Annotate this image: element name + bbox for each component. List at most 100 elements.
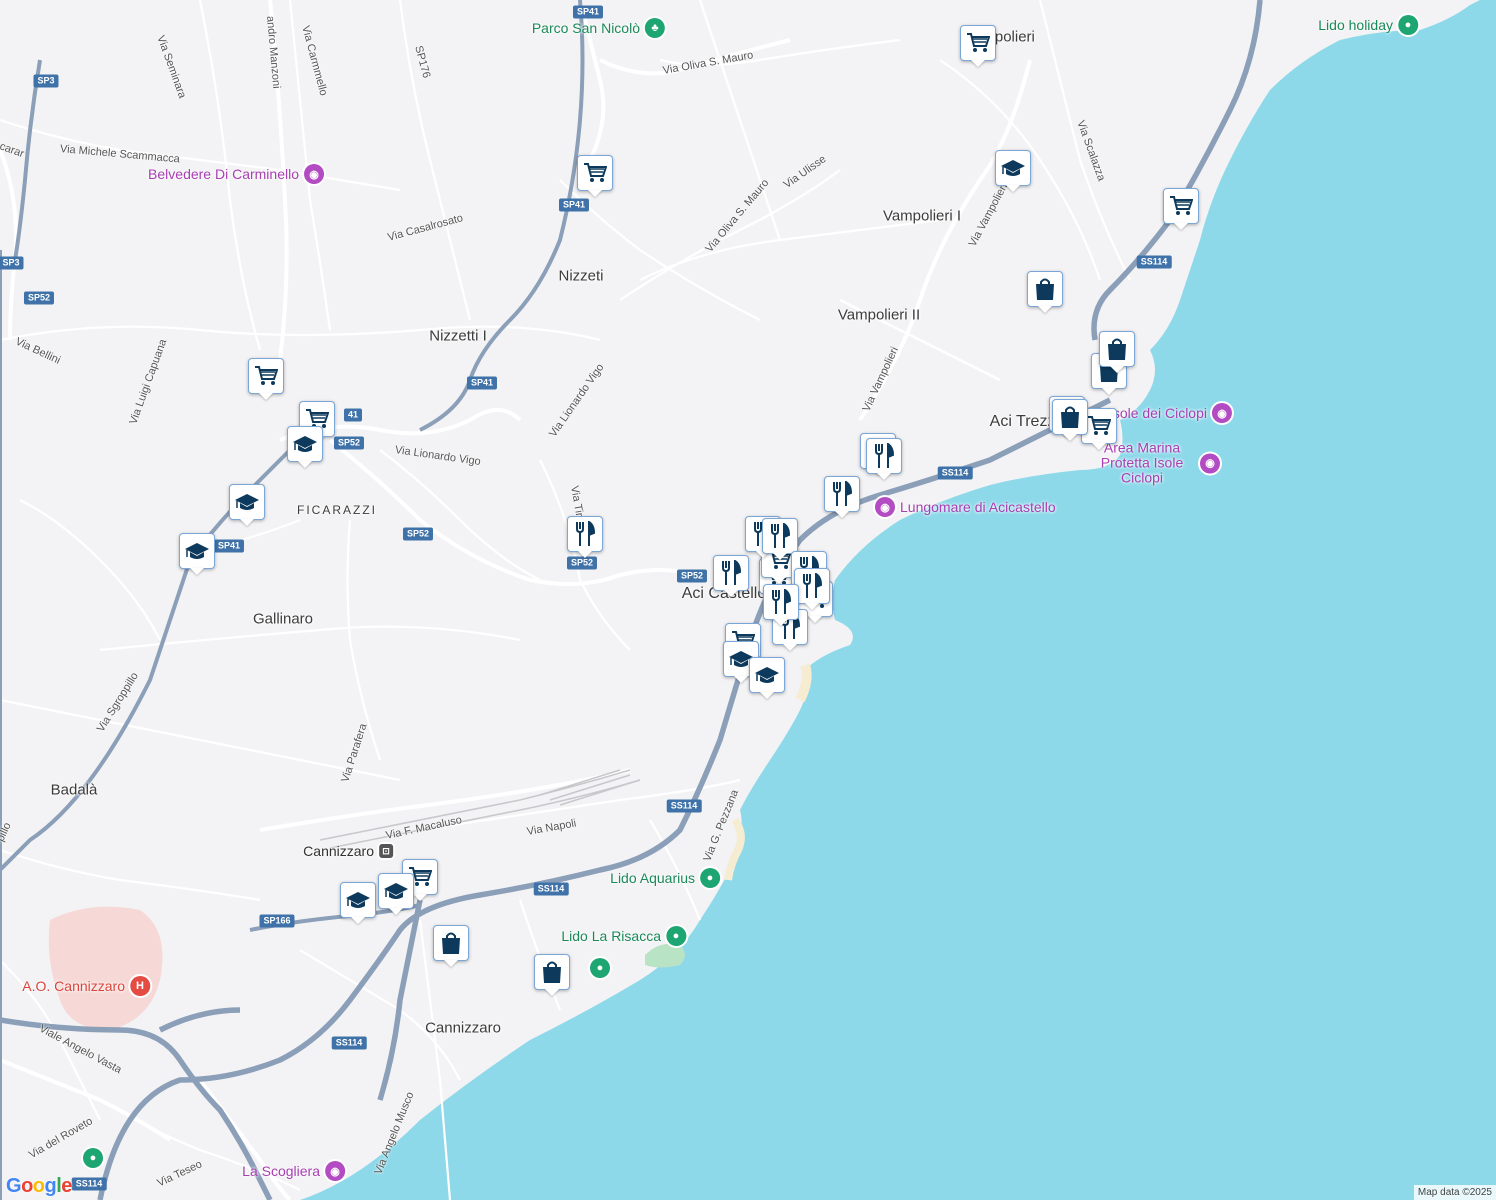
marker-tip xyxy=(1102,388,1116,395)
fork-knife-icon xyxy=(803,573,823,598)
shopping-marker[interactable] xyxy=(534,954,570,996)
poi-beach[interactable]: ● Lido Aquarius xyxy=(610,868,720,888)
road-shield: SP41 xyxy=(213,539,245,553)
marker-tip xyxy=(545,989,559,996)
marker-tip xyxy=(877,473,891,480)
marker-box xyxy=(762,518,798,554)
marker-box xyxy=(229,484,265,520)
restaurant-marker[interactable] xyxy=(713,555,749,597)
poi-attraction[interactable]: ◉ Belvedere Di Carminello xyxy=(148,164,324,184)
poi-hospital[interactable]: H A.O. Cannizzaro xyxy=(22,976,150,996)
marker-box xyxy=(1163,188,1199,224)
shopping-cart-icon xyxy=(1088,416,1111,435)
grocery-marker[interactable] xyxy=(960,25,996,67)
marker-tip xyxy=(1006,185,1020,192)
poi-beach[interactable]: ● xyxy=(83,1148,103,1168)
school-marker[interactable] xyxy=(340,882,376,924)
poi-park[interactable]: ♣ Parco San Nicolò xyxy=(532,18,665,38)
fork-knife-icon xyxy=(576,521,596,546)
map-attribution[interactable]: Map data ©2025 xyxy=(1413,1185,1496,1200)
shopping-marker[interactable] xyxy=(433,925,469,967)
school-marker[interactable] xyxy=(749,657,785,699)
marker-box xyxy=(567,516,603,552)
poi-label: Cannizzaro xyxy=(303,843,374,859)
road-shield: SP41 xyxy=(558,198,590,212)
marker-box xyxy=(433,925,469,961)
beach-icon: ● xyxy=(83,1148,103,1168)
restaurant-marker[interactable] xyxy=(762,518,798,560)
grocery-marker[interactable] xyxy=(577,155,613,197)
school-marker[interactable] xyxy=(229,484,265,526)
shopping-cart-icon xyxy=(967,33,990,52)
poi-beach[interactable]: ● Lido holiday xyxy=(1318,15,1418,35)
restaurant-marker[interactable] xyxy=(763,584,799,626)
park-area xyxy=(645,943,685,968)
marker-box xyxy=(763,584,799,620)
restaurant-marker[interactable] xyxy=(824,476,860,518)
marker-box xyxy=(287,426,323,462)
restaurant-marker[interactable] xyxy=(567,516,603,558)
fork-knife-icon xyxy=(772,589,792,614)
grocery-marker[interactable] xyxy=(248,358,284,400)
poi-label: La Scogliera xyxy=(242,1163,320,1179)
road-shield: SP3 xyxy=(33,74,59,88)
marker-box xyxy=(340,882,376,918)
marker-tip xyxy=(773,553,787,560)
poi-station[interactable]: ⊡ Cannizzaro xyxy=(303,843,393,859)
camera-icon: ◉ xyxy=(325,1161,345,1181)
marker-box xyxy=(995,150,1031,186)
marker-tip xyxy=(783,644,797,651)
road-shield: SP3 xyxy=(0,256,24,270)
marker-box xyxy=(1099,331,1135,367)
marker-tip xyxy=(971,60,985,67)
shopping-bag-icon xyxy=(1061,406,1079,428)
marker-tip xyxy=(1038,306,1052,313)
school-marker[interactable] xyxy=(995,150,1031,192)
hospital-icon: H xyxy=(130,976,150,996)
marker-box xyxy=(248,358,284,394)
hospital-area xyxy=(48,906,163,1030)
poi-attraction[interactable]: ◉ Area Marina Protetta Isole Ciclopi xyxy=(1089,440,1220,486)
poi-beach[interactable]: ● xyxy=(590,958,610,978)
school-marker[interactable] xyxy=(179,533,215,575)
road-shield: SP52 xyxy=(333,436,365,450)
shopping-marker[interactable] xyxy=(1027,271,1063,313)
shopping-marker[interactable] xyxy=(1099,331,1135,373)
shopping-marker[interactable] xyxy=(1052,399,1088,441)
school-marker[interactable] xyxy=(287,426,323,468)
marker-box xyxy=(1027,271,1063,307)
poi-label: A.O. Cannizzaro xyxy=(22,978,125,994)
place-label: FICARAZZI xyxy=(297,503,377,517)
shopping-bag-icon xyxy=(543,961,561,983)
poi-attraction[interactable]: ◉ La Scogliera xyxy=(242,1161,345,1181)
marker-tip xyxy=(190,568,204,575)
school-marker[interactable] xyxy=(378,873,414,915)
marker-tip xyxy=(835,511,849,518)
road-shield: 41 xyxy=(343,408,363,422)
marker-tip xyxy=(389,908,403,915)
grocery-marker[interactable] xyxy=(1163,188,1199,230)
poi-attraction[interactable]: ◉ Lungomare di Acicastello xyxy=(875,497,1056,517)
graduation-cap-icon xyxy=(755,667,779,683)
marker-tip xyxy=(1174,223,1188,230)
poi-beach[interactable]: ● Lido La Risacca xyxy=(561,926,686,946)
camera-icon: ◉ xyxy=(1212,403,1232,423)
poi-label: Lungomare di Acicastello xyxy=(900,499,1056,515)
fork-knife-icon xyxy=(722,560,742,585)
marker-tip xyxy=(760,692,774,699)
place-label: Nizzeti xyxy=(558,267,604,285)
marker-tip xyxy=(772,577,786,584)
poi-attraction[interactable]: ◉ Isole dei Ciclopi xyxy=(1109,403,1232,423)
marker-box xyxy=(866,438,902,474)
restaurant-marker[interactable] xyxy=(866,438,902,480)
place-label: Gallinaro xyxy=(252,610,314,628)
road-shield: SP52 xyxy=(23,291,55,305)
restaurant-marker[interactable] xyxy=(794,568,830,610)
road-shield: SS114 xyxy=(937,466,973,480)
marker-tip xyxy=(413,894,427,901)
shopping-bag-icon xyxy=(1036,278,1054,300)
marker-tip xyxy=(259,393,273,400)
map-canvas[interactable]: Nizzeti Nizzetti I FICARAZZI Gallinaro B… xyxy=(0,0,1496,1200)
road-shield: SS114 xyxy=(666,799,702,813)
road-shield: SP41 xyxy=(572,5,604,19)
